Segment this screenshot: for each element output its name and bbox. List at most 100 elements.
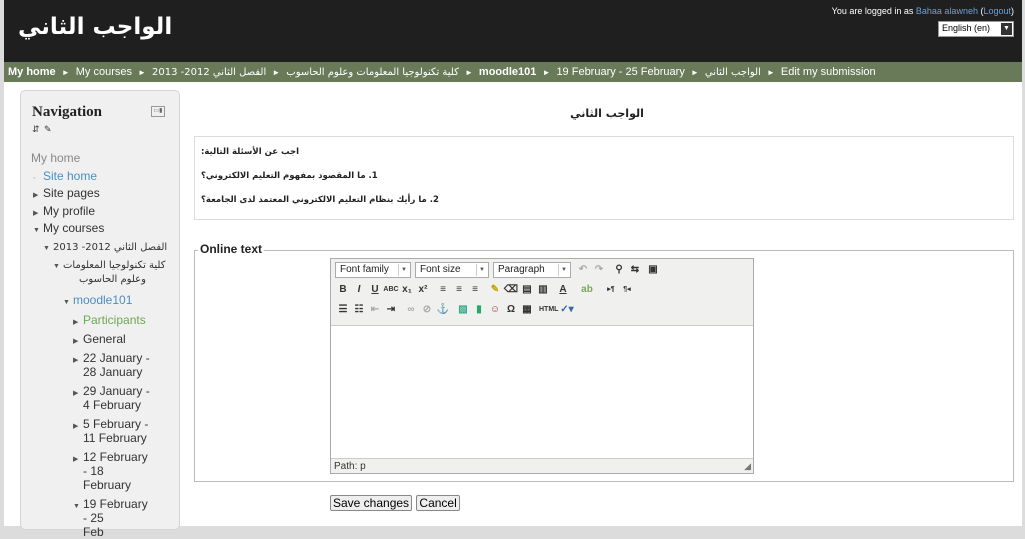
logout-link[interactable]: Logout <box>983 6 1011 16</box>
undo-icon[interactable]: ↶ <box>575 262 591 278</box>
breadcrumb-semester[interactable]: الفصل الثاني 2012- 2013 <box>152 67 266 78</box>
link-icon[interactable]: ∞ <box>403 302 419 318</box>
paste-word-icon[interactable]: ▥ <box>535 282 551 298</box>
highlight-color-icon[interactable]: ab <box>579 282 595 298</box>
chevron-down-icon: ▼ <box>558 264 569 276</box>
navigation-block: Navigation ▭▮ ⇵ ✎ My home ▫ Site home ▶ Si… <box>20 90 180 539</box>
nav-week-1[interactable]: ▶ 22 January - <box>73 351 150 365</box>
resize-handle-icon[interactable]: ◢ <box>744 461 751 472</box>
strikethrough-icon[interactable]: ABC <box>383 282 399 298</box>
cleanup-icon[interactable]: ✎ <box>487 282 503 298</box>
font-size-select[interactable]: Font size ▼ <box>415 262 489 278</box>
assignment-description: اجب عن الأسئلة التالية: 1. ما المقصود بم… <box>194 136 1014 220</box>
nav-week-4[interactable]: ▶ 12 February <box>73 450 148 464</box>
nav-week-2[interactable]: ▶ 29 January - <box>73 384 150 398</box>
breadcrumb-course[interactable]: moodle101 <box>479 66 536 78</box>
cancel-button[interactable]: Cancel <box>416 495 460 511</box>
bold-icon[interactable]: B <box>335 282 351 298</box>
logged-in-prefix: You are logged in as <box>831 6 916 16</box>
page-title: الواجب الثاني <box>570 107 644 120</box>
nav-week-3[interactable]: ▶ 5 February - <box>73 417 148 431</box>
breadcrumb-assignment[interactable]: الواجب الثاني <box>705 67 761 78</box>
breadcrumb-separator: ► <box>61 68 70 77</box>
breadcrumb-week[interactable]: 19 February - 25 February <box>556 66 684 78</box>
chevron-down-icon: ▼ <box>476 264 487 276</box>
nav-participants[interactable]: ▶ Participants <box>73 313 146 327</box>
paste-text-icon[interactable]: ▤ <box>519 282 535 298</box>
nav-course[interactable]: ▼ moodle101 <box>63 293 132 307</box>
html-icon[interactable]: HTML <box>539 302 558 318</box>
nav-my-profile[interactable]: ▶ My profile <box>33 204 95 218</box>
nav-week-5-line3: Feb <box>83 525 104 539</box>
nav-week-5-line2: - 25 <box>83 511 104 525</box>
ltr-icon[interactable]: ▸¶ <box>603 282 619 298</box>
expand-arrow-icon: ▶ <box>73 423 79 430</box>
superscript-icon[interactable]: x² <box>415 282 431 298</box>
nav-site-pages[interactable]: ▶ Site pages <box>33 186 100 200</box>
nav-my-home[interactable]: My home <box>31 151 80 165</box>
redo-icon[interactable]: ↷ <box>591 262 607 278</box>
special-char-icon[interactable]: Ω <box>503 302 519 318</box>
subscript-icon[interactable]: x₁ <box>399 282 415 298</box>
breadcrumb: My home ► My courses ► كلية تكنولوجيا ال… <box>4 62 1022 82</box>
align-left-icon[interactable]: ≡ <box>435 282 451 298</box>
nav-my-courses[interactable]: ▼ My courses <box>33 221 104 235</box>
navigation-title: Navigation <box>32 104 103 120</box>
rich-text-editor: Font family ▼ Font size ▼ Paragraph ▼ ↶ ↷ ⚲… <box>330 258 754 474</box>
nav-week-4-line3: February <box>83 478 132 492</box>
editor-text-area[interactable] <box>331 325 753 459</box>
save-changes-button[interactable]: Save changes <box>330 495 413 511</box>
align-center-icon[interactable]: ≡ <box>451 282 467 298</box>
table-icon[interactable]: ▦ <box>519 302 535 318</box>
online-text-legend: Online text <box>198 242 265 256</box>
collapse-arrow-icon: ▼ <box>53 263 60 270</box>
replace-icon[interactable]: ⇆ <box>627 262 643 278</box>
editor-path: Path: p <box>334 461 366 472</box>
user-link[interactable]: Bahaa alawneh <box>916 6 978 16</box>
font-family-select[interactable]: Font family ▼ <box>335 262 411 278</box>
nav-semester[interactable]: ▼ الفصل الثاني 2012- 2013 <box>43 239 167 253</box>
nav-week-4-line2: - 18 <box>83 464 104 478</box>
dock-icon[interactable]: ▭▮ <box>151 106 165 117</box>
bullet-icon: ▫ <box>33 175 36 182</box>
align-right-icon[interactable]: ≡ <box>467 282 483 298</box>
login-info: You are logged in as Bahaa alawneh (Logo… <box>831 6 1014 16</box>
nav-general[interactable]: ▶ General <box>73 332 126 346</box>
breadcrumb-my-courses[interactable]: My courses <box>76 66 132 78</box>
form-buttons: Save changes Cancel <box>330 495 461 511</box>
rtl-icon[interactable]: ¶◂ <box>619 282 635 298</box>
nav-week-5[interactable]: ▼ 19 February <box>73 497 148 511</box>
remove-format-icon[interactable]: ⌫ <box>503 282 519 298</box>
chevron-down-icon: ▼ <box>1001 23 1012 35</box>
outdent-icon[interactable]: ⇤ <box>367 302 383 318</box>
expand-arrow-icon: ▶ <box>33 210 39 217</box>
expand-arrow-icon: ▶ <box>73 390 79 397</box>
italic-icon[interactable]: I <box>351 282 367 298</box>
spellcheck-icon[interactable]: ✓▾ <box>559 302 575 318</box>
collapse-arrow-icon: ▼ <box>73 503 80 510</box>
bullet-list-icon[interactable]: ☰ <box>335 302 351 318</box>
fullscreen-icon[interactable]: ▣ <box>645 262 661 278</box>
underline-icon[interactable]: U <box>367 282 383 298</box>
nav-faculty-line2: وعلوم الحاسوب <box>79 274 146 285</box>
anchor-icon[interactable]: ⚓ <box>435 302 451 318</box>
nav-week-3-line2: 11 February <box>83 431 147 445</box>
image-icon[interactable]: ▨ <box>455 302 471 318</box>
numbered-list-icon[interactable]: ☷ <box>351 302 367 318</box>
nav-faculty[interactable]: ▼ كلية تكنولوجيا المعلومات <box>53 257 165 271</box>
expand-arrow-icon: ▶ <box>73 319 79 326</box>
media-icon[interactable]: ▮ <box>471 302 487 318</box>
format-select[interactable]: Paragraph ▼ <box>493 262 571 278</box>
text-color-icon[interactable]: A <box>555 282 571 298</box>
nav-site-home[interactable]: ▫ Site home <box>33 169 97 183</box>
breadcrumb-faculty[interactable]: كلية تكنولوجيا المعلومات وعلوم الحاسوب <box>286 67 459 78</box>
breadcrumb-home[interactable]: My home <box>8 66 56 78</box>
site-title[interactable]: الواجب الثاني <box>18 14 172 40</box>
unlink-icon[interactable]: ⊘ <box>419 302 435 318</box>
navigation-actions[interactable]: ⇵ ✎ <box>32 124 53 135</box>
emoticon-icon[interactable]: ☺ <box>487 302 503 318</box>
language-select[interactable]: English (en) ▼ <box>938 21 1014 37</box>
find-icon[interactable]: ⚲ <box>611 262 627 278</box>
description-line-1: اجب عن الأسئلة التالية: <box>201 147 300 157</box>
indent-icon[interactable]: ⇥ <box>383 302 399 318</box>
